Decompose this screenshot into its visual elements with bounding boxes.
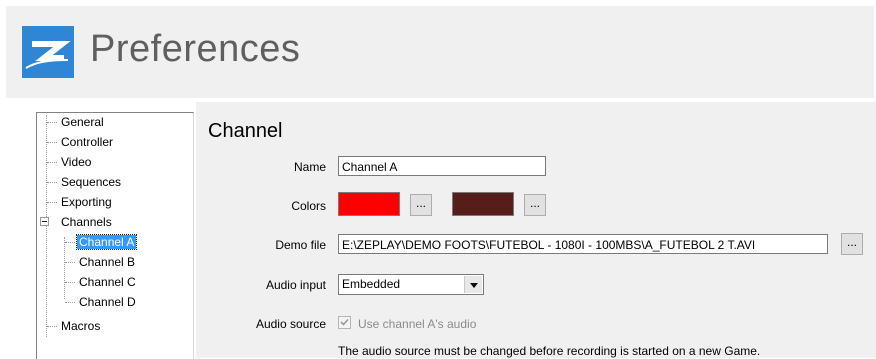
audio-input-value: Embedded (342, 277, 401, 291)
color-swatch-primary[interactable] (338, 192, 400, 216)
tree-item-sequences[interactable]: Sequences (59, 174, 123, 190)
tree-item-channels[interactable]: Channels (59, 214, 114, 230)
tree-item-general[interactable]: General (59, 114, 106, 130)
app-title: Preferences (90, 28, 301, 70)
audio-source-label: Audio source (255, 317, 326, 331)
audio-source-checkbox[interactable] (338, 316, 351, 329)
tree-item-channel-c[interactable]: Channel C (77, 274, 138, 290)
chevron-down-icon[interactable] (464, 276, 482, 293)
demo-file-browse-button[interactable]: ... (841, 233, 863, 255)
preferences-tree[interactable]: General Controller Video Sequences Expor… (36, 112, 194, 359)
primary-color-picker-button[interactable]: ... (410, 194, 432, 216)
zeplay-logo-icon (22, 26, 74, 78)
audio-input-select[interactable]: Embedded (338, 274, 484, 295)
name-label: Name (293, 160, 326, 174)
header: Preferences (6, 6, 874, 98)
checkmark-icon (340, 318, 349, 326)
audio-source-checkbox-label: Use channel A's audio (358, 317, 477, 331)
tree-item-exporting[interactable]: Exporting (59, 194, 114, 210)
color-swatch-secondary[interactable] (452, 192, 514, 216)
colors-label: Colors (291, 199, 326, 213)
demo-file-input[interactable]: E:\ZEPLAY\DEMO FOOTS\FUTEBOL - 1080I - 1… (338, 234, 828, 254)
demo-file-label: Demo file (275, 238, 326, 252)
tree-item-controller[interactable]: Controller (59, 134, 115, 150)
tree-item-channel-b[interactable]: Channel B (77, 254, 137, 270)
tree-item-channel-a[interactable]: Channel A (75, 234, 138, 250)
channel-settings-panel: Channel Name Channel A Colors ... ... De… (196, 102, 876, 358)
section-title: Channel (208, 120, 283, 142)
tree-item-channel-d[interactable]: Channel D (77, 294, 138, 310)
collapse-icon[interactable] (40, 217, 49, 226)
tree-item-video[interactable]: Video (59, 154, 93, 170)
secondary-color-picker-button[interactable]: ... (524, 194, 546, 216)
name-input[interactable]: Channel A (338, 156, 546, 176)
audio-input-label: Audio input (265, 278, 326, 292)
audio-source-note: The audio source must be changed before … (338, 344, 761, 358)
tree-item-macros[interactable]: Macros (59, 318, 102, 334)
